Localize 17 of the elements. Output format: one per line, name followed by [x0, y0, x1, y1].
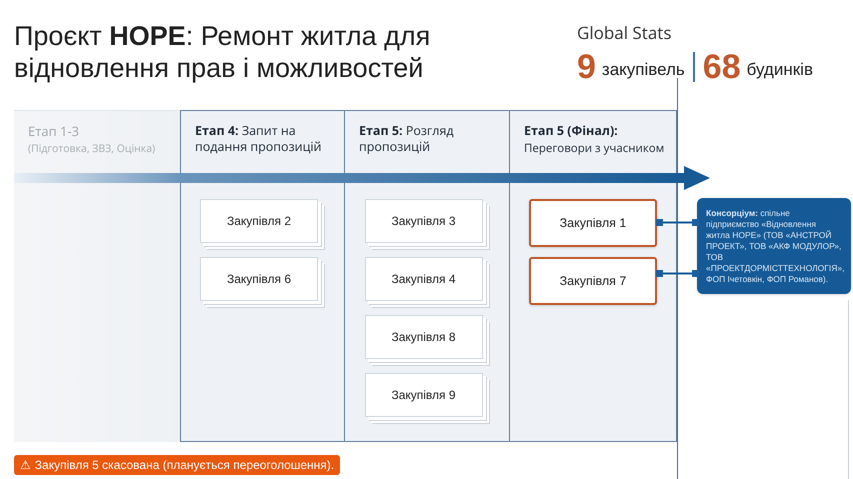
warning-icon: ⚠: [20, 458, 31, 472]
stat-unit: будинків: [746, 58, 813, 81]
procurement-card: Закупівля 1: [529, 199, 657, 247]
stage-title: Етап 4: Запит на подання пропозицій: [195, 123, 322, 155]
stats-label: Global Stats: [577, 20, 672, 46]
callout-text: Консорціум: спільне підприємство «Відновлення житла HOPE» (ТОВ «АНСТРОЙ ПРОЕКТ», ТОВ «АКФ МОДУЛОР», ТОВ «ПРОЕКТДОРМІСТТЕХНОЛОГІЯ», ФОП Ічетовкін, ФОП Романов).: [706, 208, 842, 285]
stage-title: Етап 5 (Фінал):: [524, 123, 619, 139]
procurement-card: Закупівля 7: [529, 257, 657, 305]
page-title: Проєкт HOPE: Ремонт житла для відновлення прав і можливостей: [14, 20, 432, 85]
stage-title: Етап 5: Розгляд пропозицій: [359, 123, 455, 155]
stat-unit: закупівель: [602, 58, 685, 81]
stage-subtitle: Переговори з учасником: [524, 141, 666, 157]
stat-value: 68: [702, 48, 741, 86]
stage-subtitle: (Підготовка, ЗВЗ, Оцінка): [28, 141, 156, 157]
stat-value: 9: [577, 48, 596, 86]
alert-text: Закупівля 5 скасована (планується переоголошення).: [34, 458, 334, 472]
stage-title: Етап 1-3: [28, 123, 80, 139]
